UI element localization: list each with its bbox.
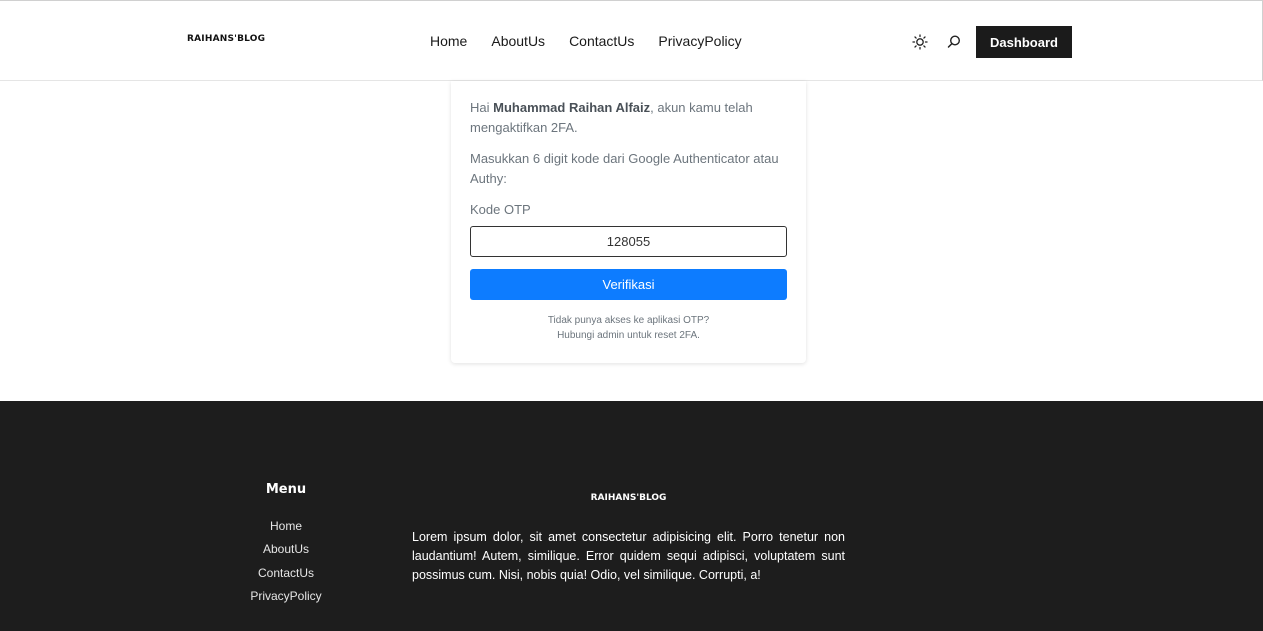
footer-menu-aboutus[interactable]: AboutUs [226,538,346,561]
search-icon[interactable] [944,32,964,52]
nav-contactus[interactable]: ContactUs [569,33,634,49]
nav-home[interactable]: Home [430,33,467,49]
main-nav: Home AboutUs ContactUs PrivacyPolicy [430,33,742,49]
site-logo[interactable]: RAIHANS'BLOG [187,34,265,44]
otp-input[interactable] [470,226,787,257]
greeting-text: Hai Muhammad Raihan Alfaiz, akun kamu te… [470,98,790,138]
site-header: RAIHANS'BLOG Home AboutUs ContactUs Priv… [0,0,1263,81]
greeting-prefix: Hai [470,100,494,115]
otp-card: Hai Muhammad Raihan Alfaiz, akun kamu te… [451,81,806,363]
footer-menu-contactus[interactable]: ContactUs [226,562,346,585]
footer-menu: Home AboutUs ContactUs PrivacyPolicy [226,515,346,608]
instruction-text: Masukkan 6 digit kode dari Google Authen… [470,151,779,186]
help-line-2: Hubungi admin untuk reset 2FA. [557,330,700,341]
footer-logo: RAIHANS'BLOG [590,493,667,503]
dashboard-button[interactable]: Dashboard [976,26,1072,58]
user-name: Muhammad Raihan Alfaiz [493,100,651,115]
footer-description: Lorem ipsum dolor, sit amet consectetur … [412,530,845,582]
help-line-1: Tidak punya akses ke aplikasi OTP? [547,315,710,326]
otp-label: Kode OTP [470,202,531,217]
site-footer: Menu Home AboutUs ContactUs PrivacyPolic… [0,401,1263,631]
verify-button[interactable]: Verifikasi [470,269,787,300]
help-text: Tidak punya akses ke aplikasi OTP? Hubun… [470,313,787,343]
footer-menu-title: Menu [265,482,307,497]
footer-menu-privacypolicy[interactable]: PrivacyPolicy [226,585,346,608]
nav-aboutus[interactable]: AboutUs [491,33,545,49]
footer-menu-home[interactable]: Home [226,515,346,538]
nav-privacypolicy[interactable]: PrivacyPolicy [658,33,741,49]
sun-icon[interactable] [910,32,930,52]
